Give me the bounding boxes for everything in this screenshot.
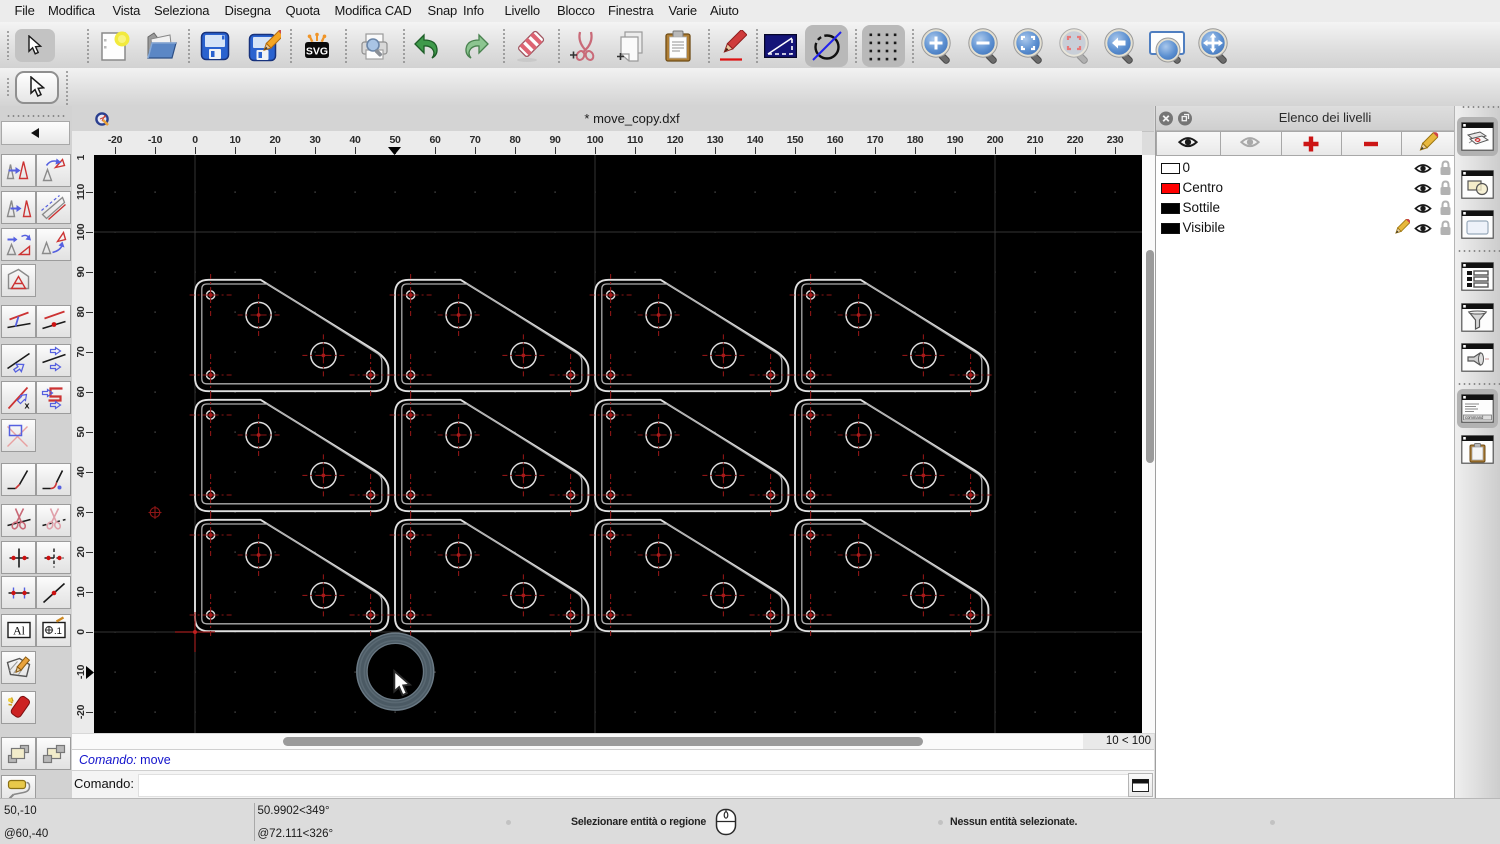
svg-text:command: command (1465, 415, 1484, 420)
svg-text:SVG: SVG (306, 46, 328, 58)
svg-text:Al: Al (13, 623, 26, 637)
svg-text:x: x (24, 400, 29, 410)
svg-text:.1: .1 (54, 626, 62, 637)
